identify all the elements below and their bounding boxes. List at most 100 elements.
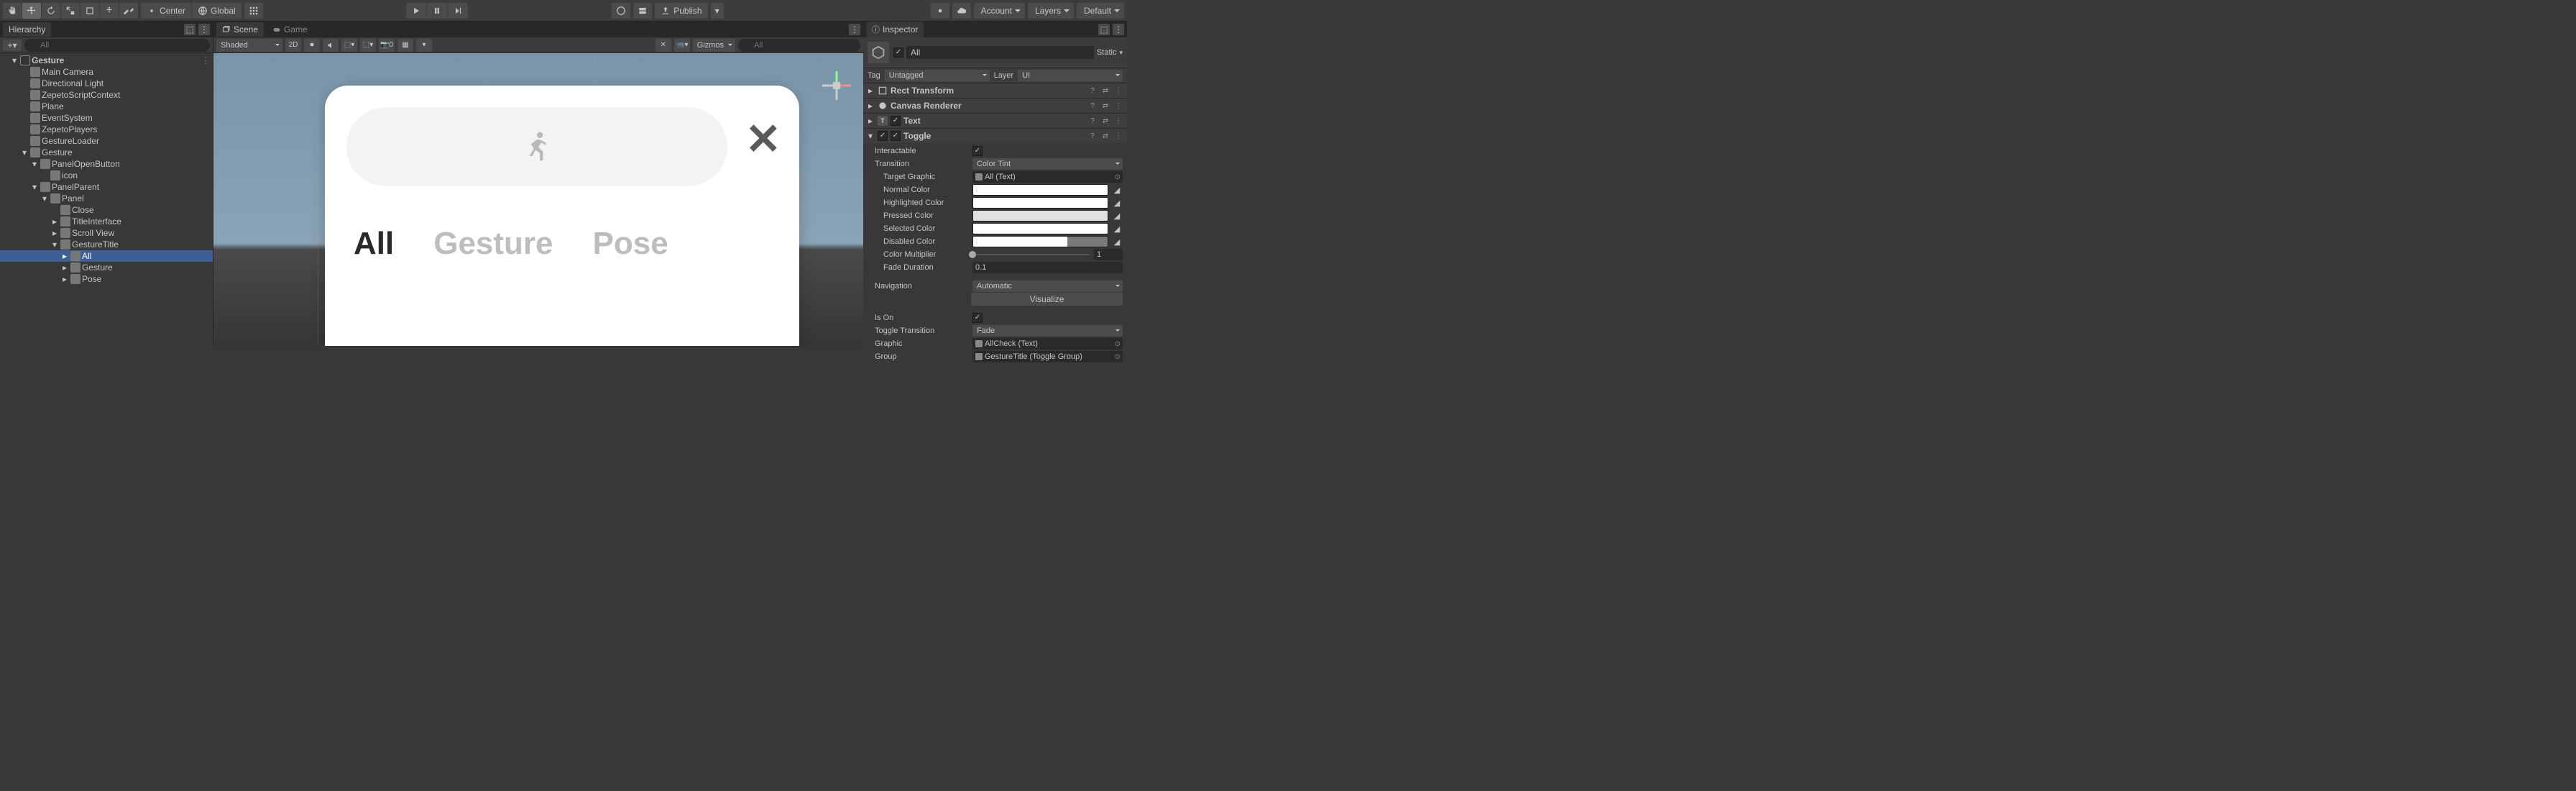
pivot-toggle[interactable]: Center bbox=[141, 3, 191, 19]
component-menu[interactable]: ⋮ bbox=[1113, 85, 1124, 96]
cloud-button[interactable] bbox=[952, 3, 971, 19]
interactable-checkbox[interactable] bbox=[972, 146, 983, 156]
hierarchy-item[interactable]: ▾Gesture bbox=[0, 147, 213, 158]
text-component-header[interactable]: ▸ T Text ?⇄⋮ bbox=[863, 114, 1127, 128]
toggle-script-checkbox[interactable] bbox=[891, 131, 901, 141]
custom-tool[interactable] bbox=[119, 3, 138, 19]
fade-duration-input[interactable] bbox=[972, 262, 1123, 273]
inspector-tab[interactable]: ⓘ Inspector bbox=[866, 22, 924, 37]
hierarchy-item[interactable]: Main Camera bbox=[0, 66, 213, 78]
hierarchy-item[interactable]: ZepetoPlayers bbox=[0, 124, 213, 135]
hierarchy-item[interactable]: ZepetoScriptContext bbox=[0, 89, 213, 101]
layers-dropdown[interactable]: Layers bbox=[1028, 3, 1074, 19]
toggle-component-header[interactable]: ▾ Toggle ?⇄⋮ bbox=[863, 129, 1127, 143]
hierarchy-item[interactable]: icon bbox=[0, 170, 213, 181]
group-field[interactable]: GestureTitle (Toggle Group) bbox=[972, 351, 1123, 362]
highlighted-color-field[interactable] bbox=[972, 197, 1108, 209]
scene-row[interactable]: ▾Gesture⋮ bbox=[0, 55, 213, 66]
hierarchy-item[interactable]: Close bbox=[0, 204, 213, 216]
publish-dropdown[interactable]: ▾ bbox=[711, 3, 724, 19]
hierarchy-item[interactable]: Directional Light bbox=[0, 78, 213, 89]
graphic-field[interactable]: AllCheck (Text) bbox=[972, 338, 1123, 349]
gameobject-name-input[interactable] bbox=[906, 46, 1094, 59]
visualize-button[interactable]: Visualize bbox=[971, 293, 1123, 306]
move-tool[interactable] bbox=[22, 3, 41, 19]
toggle-enabled-checkbox[interactable] bbox=[878, 131, 888, 141]
space-toggle[interactable]: Global bbox=[192, 3, 242, 19]
camera-count[interactable]: 📷0 bbox=[379, 39, 395, 52]
hierarchy-item[interactable]: ▸Scroll View bbox=[0, 227, 213, 239]
scene-tab[interactable]: Scene bbox=[216, 22, 264, 37]
orientation-gizmo[interactable] bbox=[819, 68, 855, 104]
help-button[interactable]: ? bbox=[1087, 85, 1098, 96]
text-enabled-checkbox[interactable] bbox=[891, 116, 901, 126]
tag-dropdown[interactable]: Untagged bbox=[885, 70, 990, 81]
audio-toggle[interactable] bbox=[323, 39, 339, 52]
eyedropper-button[interactable]: ◢ bbox=[1111, 184, 1123, 196]
layer-dropdown[interactable]: UI bbox=[1018, 70, 1123, 81]
toggle-transition-dropdown[interactable]: Fade bbox=[972, 325, 1123, 337]
hidden-toggle[interactable]: ⬚▾ bbox=[360, 39, 376, 52]
pause-button[interactable] bbox=[427, 3, 447, 19]
world-settings-button[interactable] bbox=[612, 3, 630, 19]
pressed-color-field[interactable] bbox=[972, 210, 1108, 221]
gameobject-icon[interactable] bbox=[868, 42, 889, 63]
grid-options[interactable]: ▾ bbox=[416, 39, 432, 52]
game-tab[interactable]: Game bbox=[267, 22, 313, 37]
disabled-color-field[interactable] bbox=[972, 236, 1108, 247]
inspector-menu[interactable]: ⋮ bbox=[1113, 24, 1124, 35]
panel-menu-button[interactable]: ⋮ bbox=[198, 24, 210, 35]
hierarchy-item[interactable]: GestureLoader bbox=[0, 135, 213, 147]
hierarchy-item[interactable]: EventSystem bbox=[0, 112, 213, 124]
scene-viewport[interactable]: ✕ All Gesture Pose bbox=[213, 53, 863, 346]
camera-settings[interactable]: 📹▾ bbox=[674, 39, 690, 52]
fx-toggle[interactable]: ⬚▾ bbox=[341, 39, 357, 52]
hierarchy-item[interactable]: ▸All bbox=[0, 250, 213, 262]
hierarchy-item[interactable]: ▾PanelParent bbox=[0, 181, 213, 193]
canvas-renderer-header[interactable]: ▸ Canvas Renderer ?⇄⋮ bbox=[863, 99, 1127, 113]
lighting-toggle[interactable] bbox=[304, 39, 320, 52]
ison-checkbox[interactable] bbox=[972, 313, 983, 323]
rect-transform-header[interactable]: ▸ Rect Transform ?⇄⋮ bbox=[863, 83, 1127, 98]
hierarchy-item[interactable]: Plane bbox=[0, 101, 213, 112]
transition-dropdown[interactable]: Color Tint bbox=[972, 158, 1123, 170]
scene-menu-button[interactable]: ⋮ bbox=[849, 24, 860, 35]
grid-toggle[interactable]: ▦ bbox=[397, 39, 413, 52]
rotate-tool[interactable] bbox=[42, 3, 60, 19]
gizmos-dropdown[interactable]: Gizmos bbox=[693, 39, 735, 52]
publish-button[interactable]: Publish bbox=[655, 3, 707, 19]
hierarchy-search[interactable] bbox=[24, 39, 210, 52]
hierarchy-item[interactable]: ▾PanelOpenButton bbox=[0, 158, 213, 170]
account-dropdown[interactable]: Account bbox=[974, 3, 1025, 19]
color-multiplier-input[interactable] bbox=[1094, 249, 1123, 260]
hierarchy-item[interactable]: ▾Panel bbox=[0, 193, 213, 204]
navigation-dropdown[interactable]: Automatic bbox=[972, 280, 1123, 292]
hierarchy-item[interactable]: ▸Gesture bbox=[0, 262, 213, 273]
target-graphic-field[interactable]: All (Text) bbox=[972, 171, 1123, 183]
color-multiplier-slider[interactable] bbox=[972, 249, 1090, 260]
panel-lock-button[interactable]: ⬚ bbox=[184, 24, 196, 35]
tool-settings[interactable]: ✕ bbox=[656, 39, 671, 52]
selected-color-field[interactable] bbox=[972, 223, 1108, 234]
inspector-lock[interactable]: ⬚ bbox=[1098, 24, 1110, 35]
active-checkbox[interactable] bbox=[893, 47, 903, 58]
2d-toggle[interactable]: 2D bbox=[285, 39, 301, 52]
normal-color-field[interactable] bbox=[972, 184, 1108, 196]
transform-tool[interactable] bbox=[100, 3, 119, 19]
snap-toggle[interactable] bbox=[244, 3, 263, 19]
hand-tool[interactable] bbox=[3, 3, 22, 19]
preset-button[interactable]: ⇄ bbox=[1100, 85, 1111, 96]
hierarchy-item[interactable]: ▸TitleInterface bbox=[0, 216, 213, 227]
hierarchy-item[interactable]: ▸Pose bbox=[0, 273, 213, 285]
create-dropdown[interactable]: +▾ bbox=[3, 40, 22, 51]
shading-mode-dropdown[interactable]: Shaded bbox=[216, 39, 282, 52]
scene-search[interactable] bbox=[738, 39, 860, 52]
layout-dropdown[interactable]: Default bbox=[1077, 3, 1124, 19]
rect-tool[interactable] bbox=[80, 3, 99, 19]
play-button[interactable] bbox=[406, 3, 426, 19]
hierarchy-tab[interactable]: Hierarchy bbox=[3, 22, 51, 37]
hierarchy-item[interactable]: ▾GestureTitle bbox=[0, 239, 213, 250]
scale-tool[interactable] bbox=[61, 3, 80, 19]
step-button[interactable] bbox=[448, 3, 468, 19]
collab-button[interactable] bbox=[931, 3, 949, 19]
